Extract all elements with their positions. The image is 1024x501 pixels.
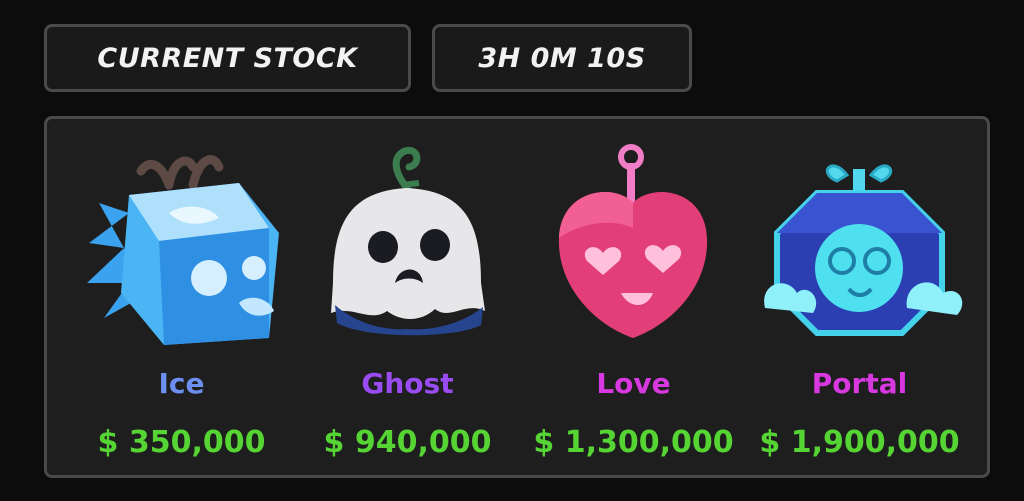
- item-price-ice: $ 350,000: [97, 425, 266, 460]
- restock-timer-text: 3H 0M 10S: [478, 42, 646, 74]
- stock-item-ghost[interactable]: Ghost $ 940,000: [295, 133, 520, 473]
- current-stock-label: CURRENT STOCK: [44, 24, 411, 92]
- item-price-love: $ 1,300,000: [533, 425, 734, 460]
- item-name-portal: Portal: [811, 367, 908, 400]
- item-price-portal: $ 1,900,000: [759, 425, 960, 460]
- ghost-fruit-icon: [331, 146, 485, 336]
- restock-timer: 3H 0M 10S: [432, 24, 692, 92]
- item-name-love: Love: [596, 367, 671, 400]
- item-name-ghost: Ghost: [361, 367, 454, 400]
- love-fruit-icon: [558, 144, 708, 338]
- stock-item-ice[interactable]: Ice $ 350,000: [69, 133, 294, 473]
- ice-fruit-icon: [87, 155, 279, 345]
- stock-item-portal[interactable]: Portal $ 1,900,000: [747, 133, 972, 473]
- portal-fruit-icon: [764, 164, 963, 336]
- item-name-ice: Ice: [158, 367, 205, 400]
- item-price-ghost: $ 940,000: [323, 425, 492, 460]
- stock-panel: Ice $ 350,000 Ghost $ 940,000 Love $ 1,3…: [44, 116, 990, 478]
- current-stock-text: CURRENT STOCK: [97, 42, 358, 74]
- stock-item-love[interactable]: Love $ 1,300,000: [521, 133, 746, 473]
